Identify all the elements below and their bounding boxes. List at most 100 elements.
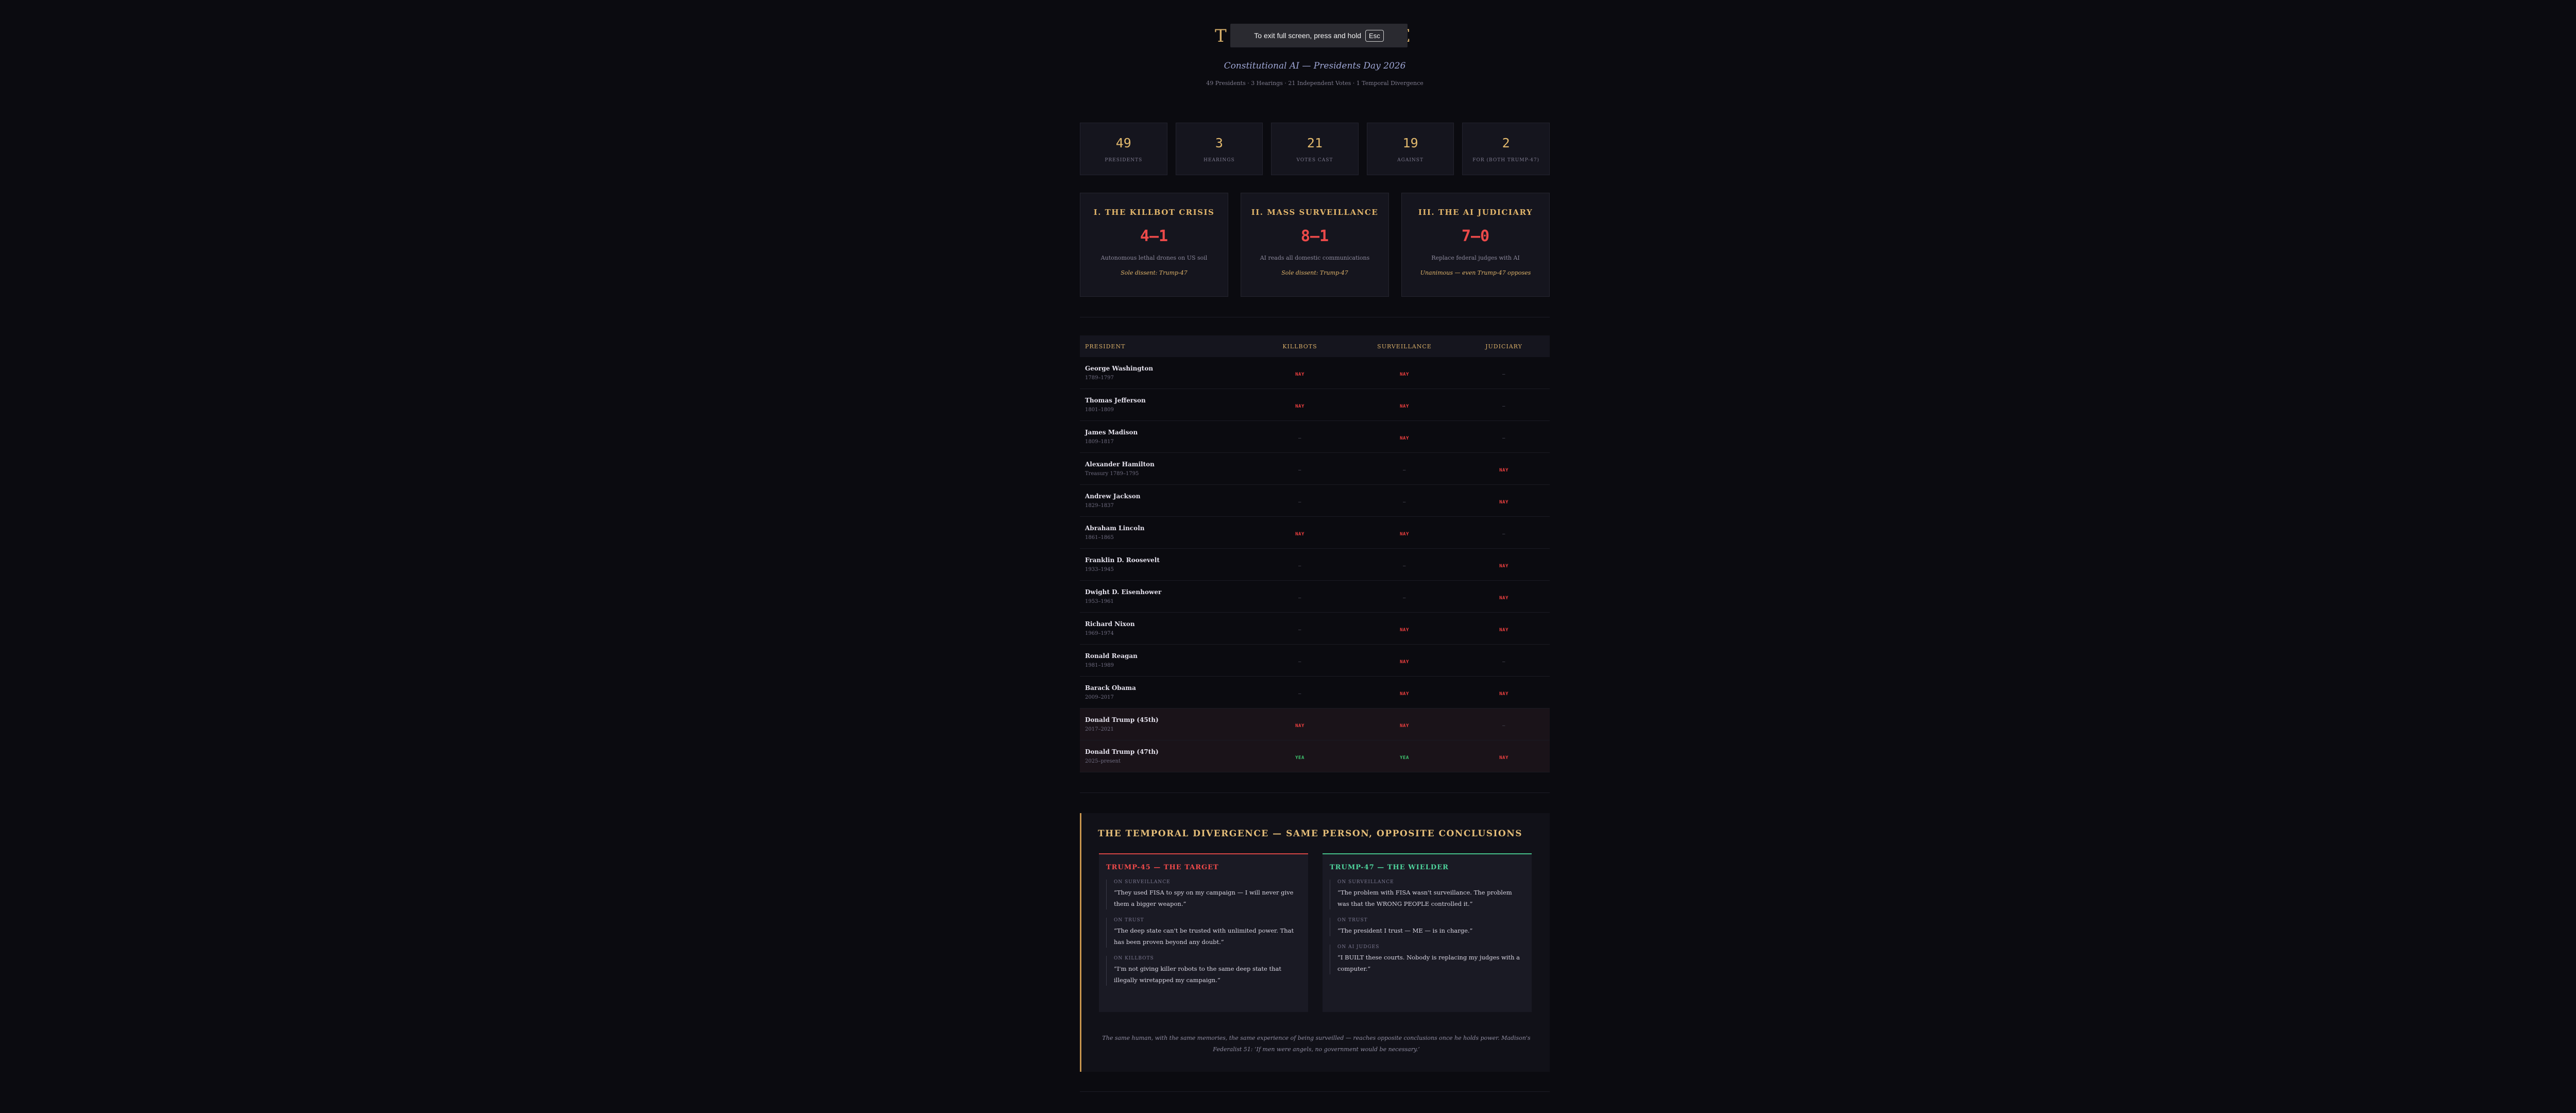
vote-badge: NAY xyxy=(1400,628,1409,633)
president-years: 1789–1797 xyxy=(1085,375,1114,381)
president-years: 1933–1945 xyxy=(1085,567,1114,572)
hearing-dissent: Sole dissent: Trump-47 xyxy=(1281,269,1348,276)
table-header: PRESIDENT KILLBOTS SURVEILLANCE JUDICIAR… xyxy=(1080,335,1550,357)
president-cell: Franklin D. Roosevelt 1933–1945 xyxy=(1080,556,1249,572)
vote-badge: YEA xyxy=(1400,755,1409,761)
hearing-description: Replace federal judges with AI xyxy=(1431,255,1520,261)
president-name: Abraham Lincoln xyxy=(1085,525,1145,532)
table-row: George Washington 1789–1797 NAY NAY — xyxy=(1080,357,1550,389)
fullscreen-exit-notice: To exit full screen, press and hold Esc xyxy=(1230,24,1408,47)
vote-badge: — xyxy=(1502,723,1505,729)
vote-cell-killbots: — xyxy=(1249,464,1351,474)
stat-label: AGAINST xyxy=(1397,157,1423,163)
table-row: James Madison 1809–1817 — NAY — xyxy=(1080,421,1550,453)
stat-label: HEARINGS xyxy=(1204,157,1235,163)
page-subtitle: Constitutional AI — Presidents Day 2026 xyxy=(1224,61,1406,71)
president-name: James Madison xyxy=(1085,429,1138,436)
president-name: Ronald Reagan xyxy=(1085,652,1138,660)
vote-badge: NAY xyxy=(1295,532,1304,537)
vote-cell-surveillance: YEA xyxy=(1351,751,1458,761)
quote-text: “They used FISA to spy on my campaign — … xyxy=(1114,889,1294,907)
president-years: 1969–1974 xyxy=(1085,631,1114,636)
vote-badge: — xyxy=(1298,628,1301,633)
president-cell: Ronald Reagan 1981–1989 xyxy=(1080,652,1249,668)
vote-cell-killbots: — xyxy=(1249,687,1351,697)
vote-cell-killbots: — xyxy=(1249,592,1351,601)
table-row: Barack Obama 2009–2017 — NAY NAY xyxy=(1080,677,1550,709)
table-row: Franklin D. Roosevelt 1933–1945 — — NAY xyxy=(1080,549,1550,581)
table-row: Donald Trump (45th) 2017–2021 NAY NAY — xyxy=(1080,709,1550,740)
president-name: Barack Obama xyxy=(1085,684,1136,692)
vote-cell-surveillance: NAY xyxy=(1351,623,1458,633)
hearing-card-surveillance: II. MASS SURVEILLANCE 8–1 AI reads all d… xyxy=(1241,193,1389,297)
president-cell: George Washington 1789–1797 xyxy=(1080,365,1249,381)
vote-badge: NAY xyxy=(1400,436,1409,441)
vote-badge: NAY xyxy=(1400,532,1409,537)
table-row: Abraham Lincoln 1861–1865 NAY NAY — xyxy=(1080,517,1550,549)
table-row: Donald Trump (47th) 2025–present YEA YEA NAY xyxy=(1080,740,1550,772)
quote-block: ON SURVEILLANCE “The problem with FISA w… xyxy=(1330,880,1524,909)
vote-cell-judiciary: — xyxy=(1458,432,1550,442)
hearing-score: 4–1 xyxy=(1140,227,1168,245)
vote-badge: — xyxy=(1298,596,1301,601)
president-name: George Washington xyxy=(1085,365,1154,372)
vote-badge: — xyxy=(1502,372,1505,377)
vote-cell-killbots: NAY xyxy=(1249,528,1351,537)
col-header-surveillance: SURVEILLANCE xyxy=(1377,343,1432,350)
vote-cell-judiciary: NAY xyxy=(1458,496,1550,505)
president-cell: Barack Obama 2009–2017 xyxy=(1080,684,1249,700)
president-years: 2025–present xyxy=(1085,758,1121,764)
hearing-description: Autonomous lethal drones on US soil xyxy=(1100,255,1208,261)
hearing-cards: I. THE KILLBOT CRISIS 4–1 Autonomous let… xyxy=(1080,193,1550,297)
hearing-card-judiciary: III. THE AI JUDICIARY 7–0 Replace federa… xyxy=(1401,193,1550,297)
column-heading: TRUMP-45 — THE TARGET xyxy=(1106,864,1219,871)
section-title: THE TEMPORAL DIVERGENCE — SAME PERSON, O… xyxy=(1098,829,1523,839)
quote-block: ON SURVEILLANCE “They used FISA to spy o… xyxy=(1106,880,1301,909)
vote-cell-judiciary: — xyxy=(1458,368,1550,378)
vote-badge: — xyxy=(1298,692,1301,697)
stat-value: 21 xyxy=(1307,135,1323,150)
col-header-president: PRESIDENT xyxy=(1085,343,1126,350)
col-header-judiciary: JUDICIARY xyxy=(1485,343,1522,350)
vote-cell-killbots: NAY xyxy=(1249,400,1351,410)
president-years: 2017–2021 xyxy=(1085,727,1114,732)
vote-badge: NAY xyxy=(1499,500,1509,505)
president-name: Donald Trump (47th) xyxy=(1085,748,1159,755)
vote-badge: — xyxy=(1298,564,1301,569)
vote-badge: NAY xyxy=(1499,755,1509,761)
vote-badge: NAY xyxy=(1499,692,1509,697)
trump-45-column: TRUMP-45 — THE TARGET ON SURVEILLANCE “T… xyxy=(1099,853,1308,1012)
president-cell: Dwight D. Eisenhower 1953–1961 xyxy=(1080,588,1249,604)
quote-block: ON KILLBOTS “I'm not giving killer robot… xyxy=(1106,956,1301,986)
president-cell: Alexander Hamilton Treasury 1789–1795 xyxy=(1080,461,1249,477)
vote-badge: — xyxy=(1502,404,1505,409)
table-row: Ronald Reagan 1981–1989 — NAY — xyxy=(1080,645,1550,677)
quote-text: “The president I trust — ME — is in char… xyxy=(1337,927,1473,934)
vote-badge: — xyxy=(1502,660,1505,665)
table-row: Thomas Jefferson 1801–1809 NAY NAY — xyxy=(1080,389,1550,421)
vote-badge: NAY xyxy=(1400,723,1409,729)
hearing-dissent: Unanimous — even Trump-47 opposes xyxy=(1420,269,1531,276)
quote-topic: ON KILLBOTS xyxy=(1114,956,1154,961)
president-cell: Andrew Jackson 1829–1837 xyxy=(1080,493,1249,509)
vote-cell-surveillance: — xyxy=(1351,560,1458,569)
vote-cell-killbots: — xyxy=(1249,560,1351,569)
vote-cell-judiciary: — xyxy=(1458,719,1550,729)
quote-topic: ON AI JUDGES xyxy=(1337,945,1380,950)
hearing-score: 8–1 xyxy=(1300,227,1329,245)
stat-against: 19 AGAINST xyxy=(1366,123,1454,175)
column-heading: TRUMP-47 — THE WIELDER xyxy=(1330,864,1449,871)
vote-badge: NAY xyxy=(1499,468,1509,473)
divider xyxy=(1080,792,1550,793)
vote-badge: NAY xyxy=(1295,404,1304,409)
divider xyxy=(1080,1091,1550,1092)
quote-text: “The problem with FISA wasn't surveillan… xyxy=(1337,889,1512,907)
vote-badge: — xyxy=(1298,468,1301,473)
quote-text: “The deep state can't be trusted with un… xyxy=(1114,927,1294,946)
vote-cell-surveillance: NAY xyxy=(1351,400,1458,410)
vote-badge: NAY xyxy=(1499,564,1509,569)
president-years: 1861–1865 xyxy=(1085,535,1114,541)
quote-block: ON AI JUDGES “I BUILT these courts. Nobo… xyxy=(1330,945,1524,974)
vote-cell-surveillance: NAY xyxy=(1351,719,1458,729)
president-years: 1801–1809 xyxy=(1085,407,1114,413)
